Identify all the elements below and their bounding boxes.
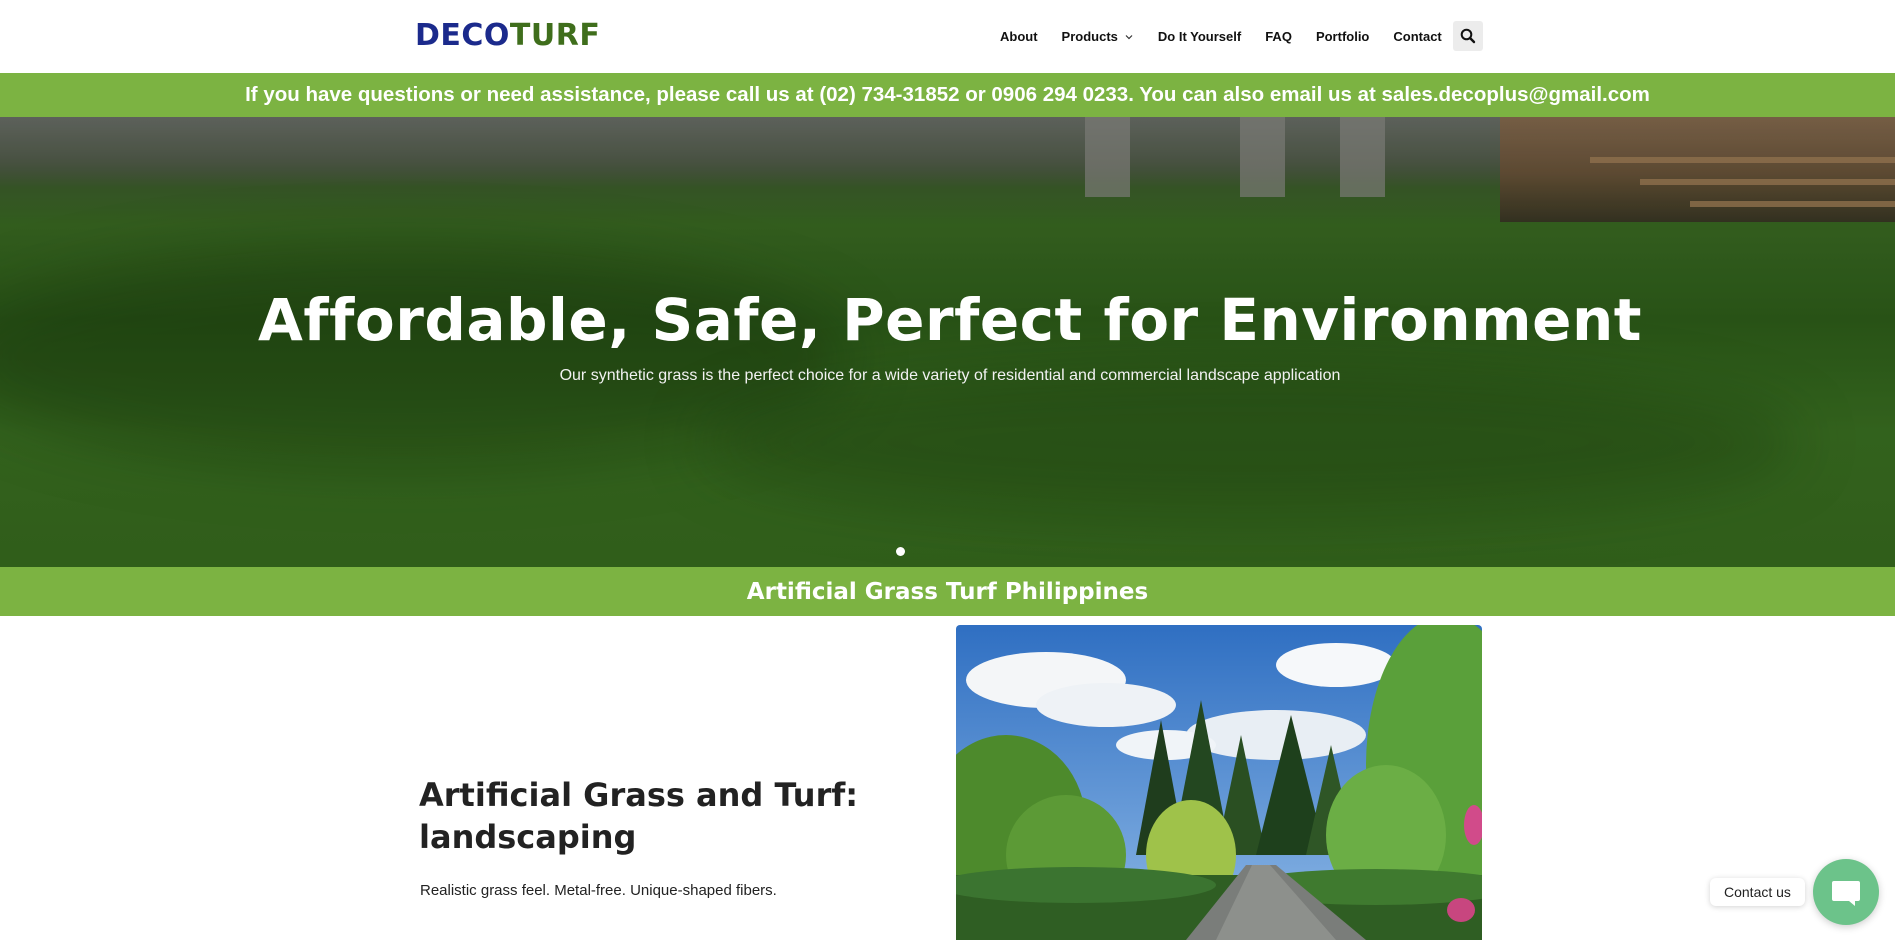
content-text: Realistic grass feel. Metal-free. Unique…: [420, 882, 777, 899]
hero-slider: Affordable, Safe, Perfect for Environmen…: [0, 117, 1895, 567]
slider-dot[interactable]: [896, 547, 905, 556]
hero-title: Affordable, Safe, Perfect for Environmen…: [258, 286, 1642, 354]
nav-item-label: Portfolio: [1315, 29, 1370, 44]
logo-turf: TURF: [509, 18, 601, 53]
nav-item-portfolio[interactable]: Portfolio: [1316, 29, 1369, 44]
nav-item-label: Do It Yourself: [1157, 29, 1242, 44]
contact-us-button[interactable]: [1813, 859, 1879, 925]
main-nav: About Products Do It Yourself FAQ Portfo…: [1000, 0, 1466, 73]
landscape-image: [956, 625, 1482, 940]
nav-item-products[interactable]: Products: [1062, 29, 1134, 44]
section-title: Artificial Grass Turf Philippines: [746, 578, 1149, 605]
content-heading: Artificial Grass and Turf: landscaping: [419, 776, 859, 856]
chat-bubble-icon: [1832, 881, 1860, 906]
chevron-down-icon: [1125, 34, 1133, 39]
nav-item-label: FAQ: [1265, 29, 1292, 44]
nav-item-label: Products: [1061, 29, 1118, 44]
contact-us-text: Contact us: [1724, 884, 1791, 900]
nav-item-faq[interactable]: FAQ: [1265, 29, 1292, 44]
notice-text: If you have questions or need assistance…: [245, 83, 1650, 106]
hero-subtitle: Our synthetic grass is the perfect choic…: [559, 367, 1341, 384]
nav-item-do-it-yourself[interactable]: Do It Yourself: [1158, 29, 1241, 44]
nav-item-label: Contact: [1393, 29, 1442, 44]
logo-deco: DECO: [415, 18, 510, 53]
search-button[interactable]: [1453, 21, 1483, 51]
nav-item-contact[interactable]: Contact: [1393, 29, 1441, 44]
section-title-band: Artificial Grass Turf Philippines: [0, 567, 1895, 616]
site-logo[interactable]: DECO TURF: [415, 20, 600, 52]
site-header: DECO TURF About Products Do It Yourself F…: [0, 0, 1895, 73]
landscape-photo: [956, 625, 1482, 940]
nav-item-label: About: [1000, 29, 1038, 44]
nav-item-about[interactable]: About: [1000, 29, 1038, 44]
contact-us-label[interactable]: Contact us: [1710, 878, 1805, 906]
search-icon: [1460, 28, 1476, 44]
contact-notice-bar: If you have questions or need assistance…: [0, 73, 1895, 117]
